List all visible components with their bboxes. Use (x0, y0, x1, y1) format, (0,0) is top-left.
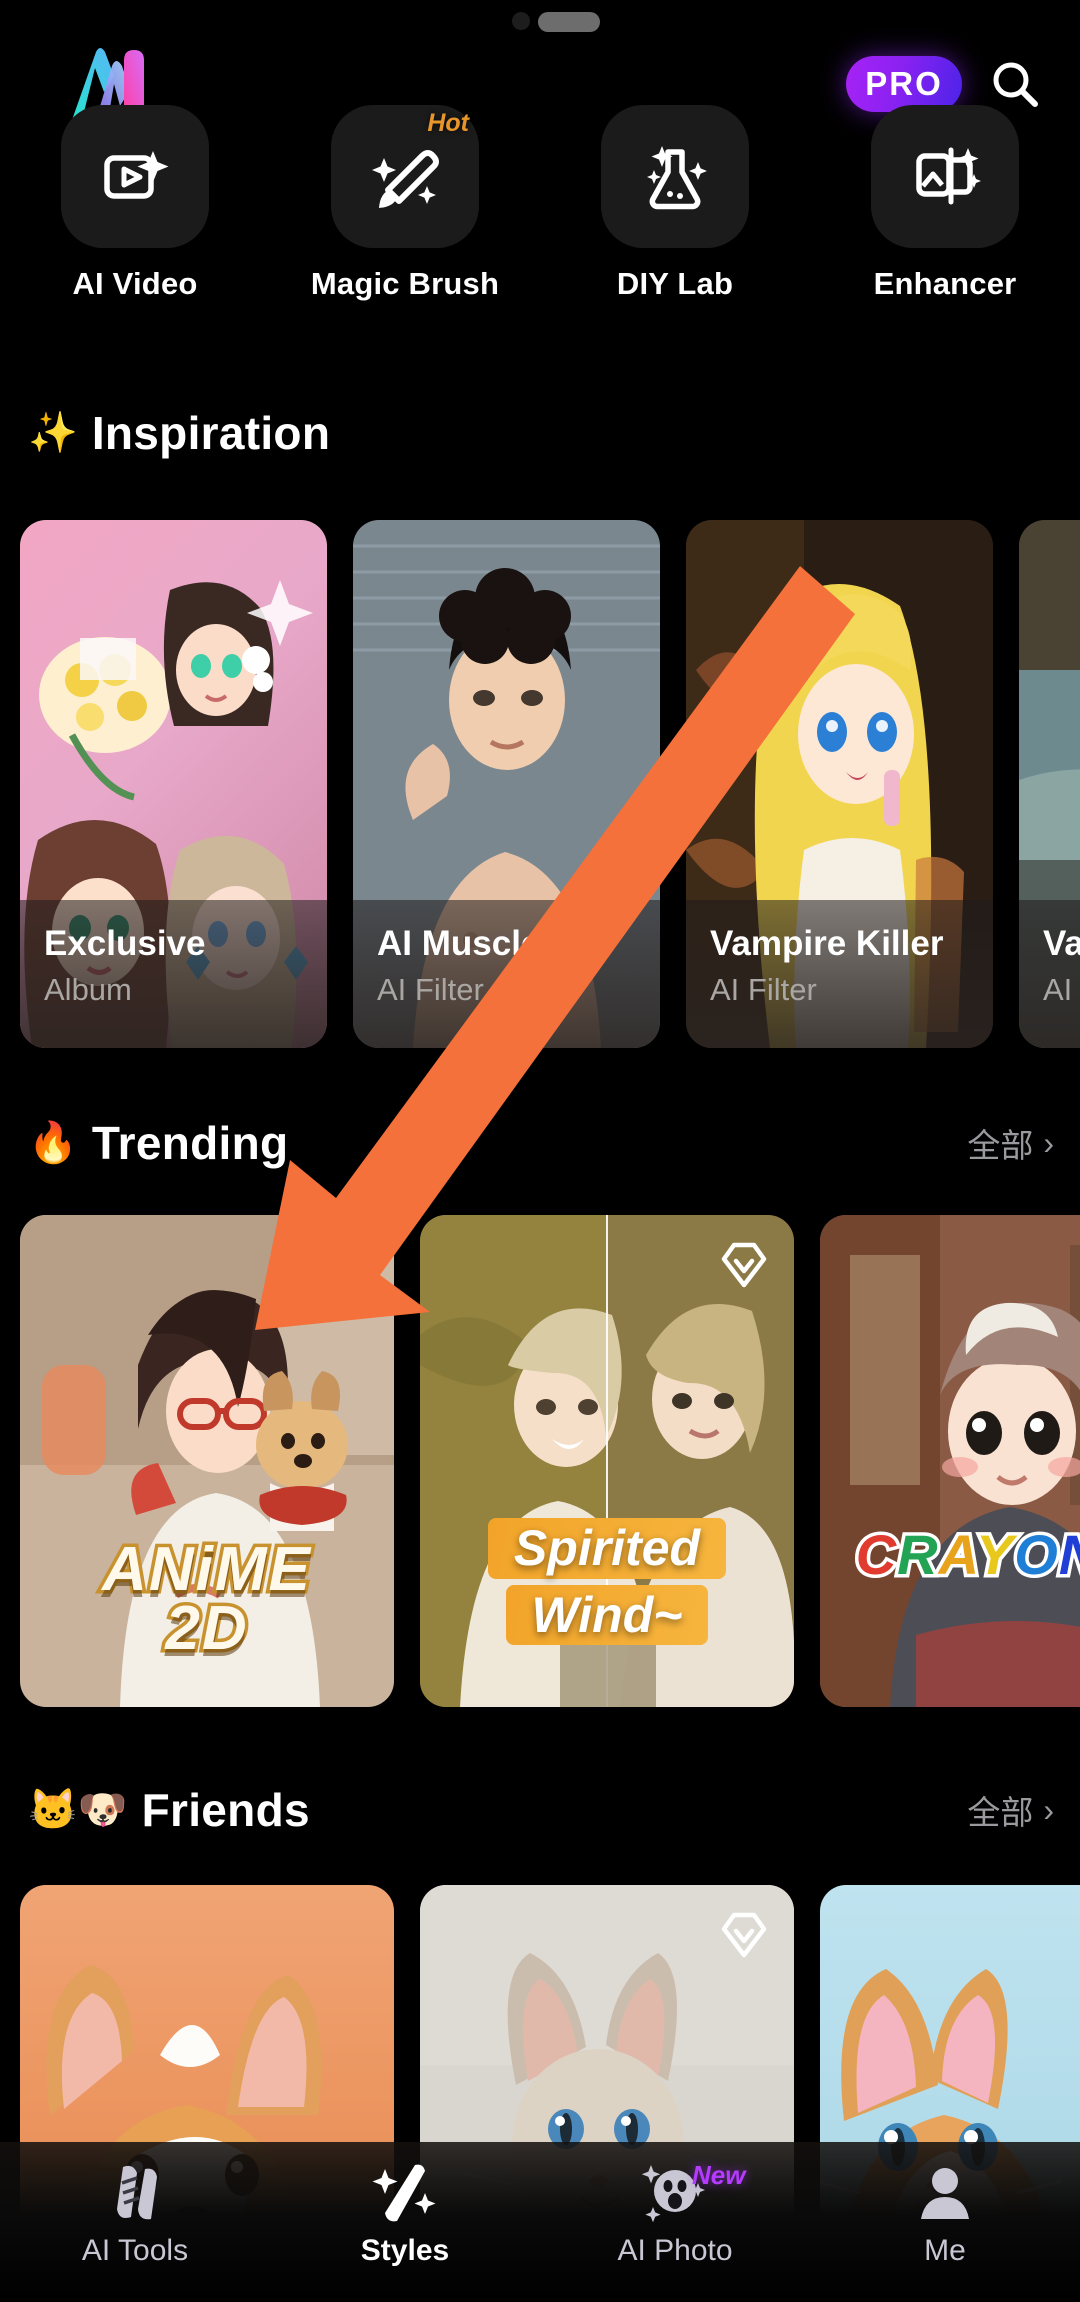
tool-magic-brush[interactable]: Hot Magic Brush (270, 105, 540, 310)
card-overlay-text: Spirited Wind~ (420, 1518, 794, 1645)
camera-punch-hole-icon (512, 12, 530, 30)
friends-section-header: 🐱🐶 Friends 全部 › (0, 1775, 1080, 1845)
status-pill-indicator (538, 12, 600, 32)
tool-enhancer-card[interactable] (871, 105, 1019, 248)
tool-diy-lab-label: DIY Lab (616, 266, 734, 301)
nav-label: AI Tools (81, 2234, 189, 2267)
fire-icon: 🔥 (28, 1121, 78, 1165)
card-subtitle: AI Filter (710, 972, 817, 1007)
tool-enhancer-label: Enhancer (873, 266, 1017, 301)
card-subtitle: Album (44, 972, 132, 1007)
inspiration-card[interactable]: Vampire Killer AI Filter (686, 520, 993, 1048)
trending-card[interactable]: CRAYON B (820, 1215, 1080, 1707)
new-badge: New (692, 2160, 746, 2190)
trending-see-all-button[interactable]: 全部 › (967, 1119, 1054, 1167)
overlay-line-2: Wind~ (505, 1584, 709, 1645)
friends-see-all-button[interactable]: 全部 › (967, 1786, 1054, 1834)
overlay-line-1: Spirited (487, 1518, 727, 1579)
trending-title: Trending (91, 1117, 289, 1169)
card-meta: Vampire Killer AI Filter (686, 900, 993, 1048)
chevron-right-icon: › (1043, 1792, 1054, 1828)
pro-label: PRO (865, 65, 943, 102)
inspiration-card[interactable]: AI Muscle AI Filter (353, 520, 660, 1048)
enhancer-icon (916, 147, 981, 204)
nav-item-me[interactable]: Me (810, 2156, 1080, 2268)
gem-badge (716, 1237, 772, 1293)
card-title: Exclusive (44, 924, 206, 963)
tool-ai-video[interactable]: AI Video (0, 105, 270, 310)
inspiration-rail[interactable]: Exclusive Album AI Muscle AI Filter Vamp… (0, 520, 1080, 1048)
tool-ai-video-card[interactable] (61, 105, 209, 248)
quick-tools-row: AI Video Hot Magic Brush DIY Lab Enhance… (0, 105, 1080, 310)
inspiration-section-header: ✨ Inspiration (0, 398, 1080, 468)
inspiration-title: Inspiration (91, 407, 331, 459)
trending-card[interactable]: Spirited Wind~ (420, 1215, 794, 1707)
ai-video-icon (104, 150, 169, 199)
status-bar (0, 0, 1080, 44)
tool-enhancer[interactable]: Enhancer (810, 105, 1080, 310)
card-overlay-text: ANiME 2D (20, 1535, 394, 1664)
gem-icon (721, 1912, 767, 1958)
nav-label: Styles (360, 2234, 450, 2267)
ai-tools-icon (101, 2156, 169, 2230)
chevron-right-icon: › (1043, 1125, 1054, 1161)
trending-rail[interactable]: ANiME 2D Spirited Wind~ CRAYO (0, 1215, 1080, 1707)
trending-card[interactable]: ANiME 2D (20, 1215, 394, 1707)
magic-brush-icon (372, 149, 439, 208)
cat-dog-icon: 🐱🐶 (28, 1788, 128, 1832)
hot-badge: Hot (427, 109, 469, 137)
card-overlay-text: CRAYON B (852, 1520, 1080, 1590)
card-subtitle: AI Filter (377, 972, 484, 1007)
profile-icon (911, 2156, 979, 2230)
overlay-line-2: 2D (162, 1594, 250, 1664)
nav-label: Me (924, 2234, 966, 2267)
overlay-line-1: ANiME (99, 1535, 314, 1605)
pro-badge-button[interactable]: PRO (846, 56, 962, 112)
app-screen: PRO AI Video Hot Magic Brush DIY Lab Enh… (0, 0, 1080, 2302)
card-title: Vampire Killer (710, 924, 944, 963)
card-meta: Exclusive Album (20, 900, 327, 1048)
see-all-label: 全部 (967, 1127, 1034, 1164)
friends-title: Friends (141, 1784, 310, 1836)
card-subtitle: AI P (1043, 972, 1080, 1007)
card-title: AI Muscle (377, 924, 541, 963)
inspiration-card[interactable]: Exclusive Album (20, 520, 327, 1048)
nav-item-styles[interactable]: Styles (270, 2156, 540, 2268)
tool-ai-video-label: AI Video (72, 266, 198, 301)
nav-item-ai-tools[interactable]: AI Tools (0, 2156, 270, 2268)
tool-magic-brush-card[interactable]: Hot (331, 105, 479, 248)
trending-section-header: 🔥 Trending 全部 › (0, 1108, 1080, 1178)
card-title: Vac (1043, 924, 1080, 963)
card-meta: AI Muscle AI Filter (353, 900, 660, 1048)
nav-item-ai-photo[interactable]: New AI Photo (540, 2156, 810, 2268)
see-all-label: 全部 (967, 1794, 1034, 1831)
tool-diy-lab-card[interactable] (601, 105, 749, 248)
sparkles-icon: ✨ (28, 411, 78, 455)
inspiration-card[interactable]: Vac AI P (1019, 520, 1080, 1048)
card-meta: Vac AI P (1019, 900, 1080, 1048)
gem-icon (721, 1242, 767, 1288)
styles-icon (371, 2156, 439, 2230)
gem-badge (716, 1907, 772, 1963)
tool-magic-brush-label: Magic Brush (310, 266, 500, 301)
diy-lab-icon (647, 145, 707, 209)
bottom-navigation-bar: AI Tools Styles New AI Photo Me (0, 2142, 1080, 2302)
card-thumbnail (820, 1215, 1080, 1707)
nav-label: AI Photo (617, 2234, 733, 2267)
tool-diy-lab[interactable]: DIY Lab (540, 105, 810, 310)
